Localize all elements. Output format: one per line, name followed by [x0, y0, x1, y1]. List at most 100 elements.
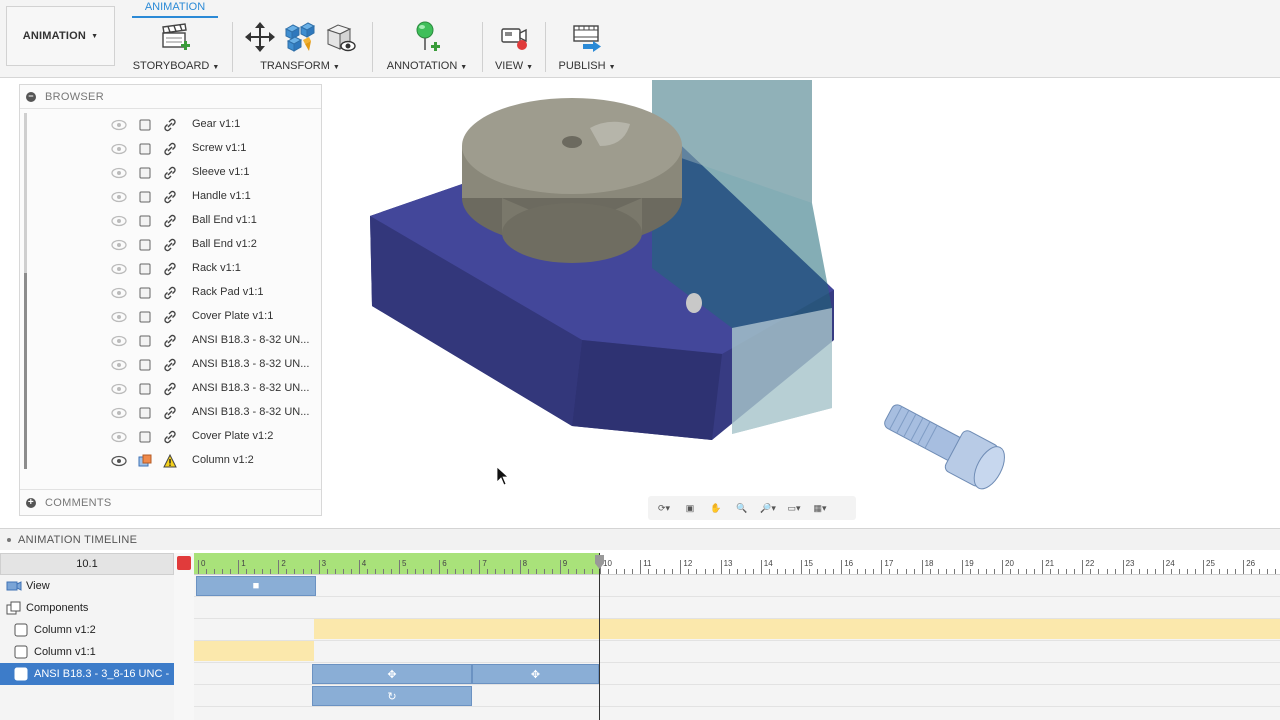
column-v1-2-visibility-band[interactable]: [314, 619, 1280, 639]
toolbar-divider: [372, 22, 373, 72]
comments-header[interactable]: + COMMENTS: [20, 489, 321, 515]
ruler-label: 19: [964, 559, 974, 568]
storyboard-clapper-icon[interactable]: [159, 20, 193, 54]
view-camera-record-icon[interactable]: [497, 20, 531, 54]
browser-item[interactable]: Ball End v1:1: [20, 209, 321, 233]
ruler-minor-tick: [342, 569, 344, 574]
viewport-canvas[interactable]: [322, 78, 1280, 526]
browser-item-label: Ball End v1:1: [192, 214, 257, 226]
timeline-ruler[interactable]: 0 1 2 3 4 5 6 7 8 9 10 11 12 13 14 15 16 17 18 19 20 21 22 23 24…: [194, 553, 1280, 575]
show-hide-icon[interactable]: [323, 20, 357, 54]
ruler-tick: [399, 560, 400, 574]
view-camera-action[interactable]: ■: [196, 576, 316, 596]
ruler-tick: [238, 560, 240, 574]
move-action[interactable]: ✥: [312, 664, 472, 684]
toolbar: ANIMATION ▼ ANIMATION STORYBOARD ▼ TRANS…: [0, 0, 1280, 78]
ruler-minor-tick: [825, 569, 827, 574]
ruler-tick: [318, 560, 320, 574]
visibility-eye-icon[interactable]: [111, 191, 127, 203]
visibility-eye-icon[interactable]: [111, 407, 127, 419]
move-action[interactable]: ✥: [472, 664, 599, 684]
visibility-eye-icon[interactable]: [111, 287, 127, 299]
browser-item[interactable]: ANSI B18.3 - 8-32 UN...: [20, 329, 321, 353]
callout-pin-icon[interactable]: [410, 20, 444, 54]
workspace-switcher-button[interactable]: ANIMATION ▼: [6, 6, 115, 66]
timeline-start-marker[interactable]: [177, 556, 191, 570]
explode-components-icon[interactable]: [283, 20, 317, 54]
browser-item[interactable]: ANSI B18.3 - 8-32 UN...: [20, 401, 321, 425]
browser-item[interactable]: Column v1:2: [20, 449, 321, 473]
visibility-eye-icon[interactable]: [111, 239, 127, 251]
chevron-down-icon: ▼: [212, 64, 220, 71]
visibility-eye-icon[interactable]: [111, 143, 127, 155]
ruler-minor-tick: [905, 569, 907, 574]
cap-screw-model[interactable]: [874, 404, 1034, 524]
visibility-eye-icon[interactable]: [111, 311, 127, 323]
assembly-model[interactable]: [322, 78, 1280, 526]
browser-item[interactable]: Gear v1:1: [20, 113, 321, 137]
playhead[interactable]: [599, 553, 600, 720]
timeline-track-label[interactable]: ANSI B18.3 - 3_8-16 UNC -: [0, 663, 174, 685]
timeline-track-label[interactable]: Column v1:2: [0, 619, 174, 641]
visibility-eye-icon[interactable]: [111, 359, 127, 371]
view-group[interactable]: VIEW ▼: [490, 20, 538, 74]
tab-animation[interactable]: ANIMATION: [132, 0, 218, 18]
browser-item[interactable]: Ball End v1:2: [20, 233, 321, 257]
grid-settings-icon[interactable]: ▦▾: [808, 498, 832, 518]
column-v1-1-visibility-band[interactable]: [194, 641, 314, 661]
ruler-tick: [1002, 560, 1003, 574]
current-time-field[interactable]: 10.1: [0, 553, 174, 575]
ruler-minor-tick: [616, 569, 618, 574]
ruler-minor-tick: [551, 569, 553, 574]
link-icon: [164, 406, 176, 420]
browser-item[interactable]: Sleeve v1:1: [20, 161, 321, 185]
visibility-eye-icon[interactable]: [111, 215, 127, 227]
timeline-track-label[interactable]: Column v1:1: [0, 641, 174, 663]
browser-item[interactable]: Cover Plate v1:1: [20, 305, 321, 329]
ruler-minor-tick: [1227, 569, 1229, 574]
zoom-window-icon[interactable]: 🔎▾: [756, 498, 780, 518]
browser-item[interactable]: Rack Pad v1:1: [20, 281, 321, 305]
timeline-track-label[interactable]: Components: [0, 597, 174, 619]
browser-item[interactable]: Rack v1:1: [20, 257, 321, 281]
ruler-minor-tick: [857, 569, 859, 574]
browser-item[interactable]: Handle v1:1: [20, 185, 321, 209]
ruler-minor-tick: [503, 569, 505, 574]
browser-item[interactable]: ANSI B18.3 - 8-32 UN...: [20, 377, 321, 401]
publish-video-icon[interactable]: [570, 20, 604, 54]
ruler-minor-tick: [624, 569, 626, 574]
collapse-icon[interactable]: −: [26, 91, 36, 102]
ruler-label: 8: [522, 559, 528, 568]
ruler-minor-tick: [350, 569, 352, 574]
rotate-action[interactable]: ↻: [312, 686, 472, 706]
annotation-group[interactable]: ANNOTATION ▼: [380, 20, 474, 74]
browser-item-label: ANSI B18.3 - 8-32 UN...: [192, 406, 310, 418]
ruler-minor-tick: [1074, 569, 1076, 574]
visibility-eye-icon[interactable]: [111, 383, 127, 395]
timeline-header[interactable]: ANIMATION TIMELINE: [0, 528, 1280, 550]
browser-item[interactable]: Cover Plate v1:2: [20, 425, 321, 449]
visibility-eye-icon[interactable]: [111, 431, 127, 443]
transform-group[interactable]: TRANSFORM ▼: [238, 20, 362, 74]
zoom-icon[interactable]: 🔍: [730, 498, 754, 518]
expand-icon[interactable]: +: [26, 497, 36, 508]
visibility-eye-icon[interactable]: [111, 335, 127, 347]
visibility-eye-icon[interactable]: [111, 119, 127, 131]
display-settings-icon[interactable]: ▭▾: [782, 498, 806, 518]
visibility-eye-icon[interactable]: [111, 167, 127, 179]
orbit-icon[interactable]: ⟳▾: [652, 498, 676, 518]
collapse-icon[interactable]: [7, 537, 11, 542]
browser-item[interactable]: ANSI B18.3 - 8-32 UN...: [20, 353, 321, 377]
look-at-icon[interactable]: ▣: [678, 498, 702, 518]
storyboard-group[interactable]: STORYBOARD ▼: [128, 20, 224, 74]
pan-hand-icon[interactable]: ✋: [704, 498, 728, 518]
visibility-eye-icon[interactable]: [111, 455, 127, 467]
timeline-track-label[interactable]: View: [0, 575, 174, 597]
visibility-eye-icon[interactable]: [111, 263, 127, 275]
move-arrows-icon[interactable]: [243, 20, 277, 54]
publish-group[interactable]: PUBLISH ▼: [554, 20, 620, 74]
browser-item-label: Cover Plate v1:1: [192, 310, 274, 322]
browser-header[interactable]: − BROWSER: [20, 85, 321, 109]
ruler-label: 21: [1045, 559, 1055, 568]
browser-item[interactable]: Screw v1:1: [20, 137, 321, 161]
